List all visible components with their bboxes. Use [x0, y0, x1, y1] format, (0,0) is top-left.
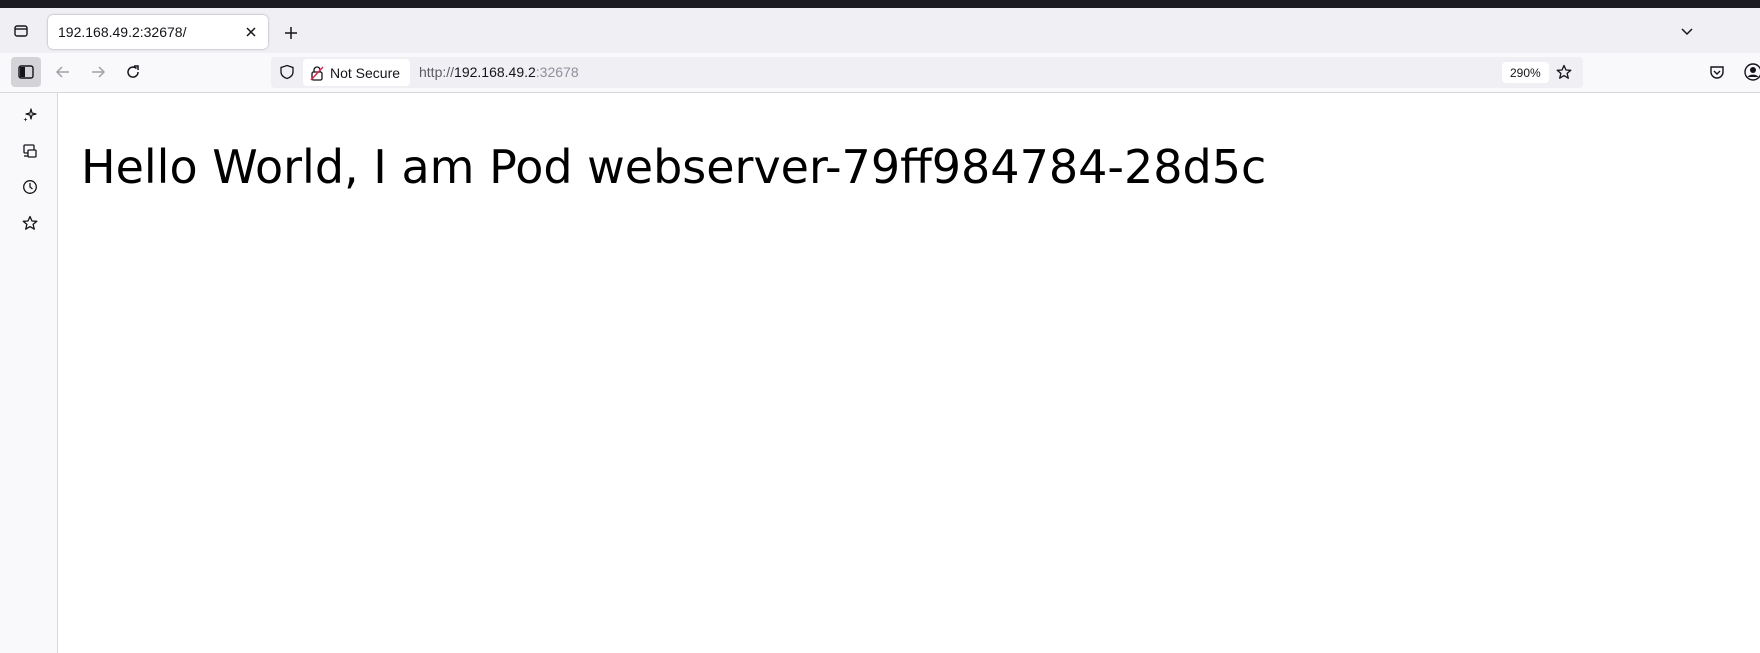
- ai-chatbot-icon[interactable]: [15, 100, 45, 130]
- page-content: Hello World, I am Pod webserver-79ff9847…: [58, 93, 1760, 653]
- new-tab-icon[interactable]: [278, 20, 304, 46]
- tab-list-icon[interactable]: [8, 18, 34, 44]
- address-bar[interactable]: Not Secure http://192.168.49.2:32678 290…: [271, 57, 1583, 88]
- os-title-bar: [0, 0, 1760, 8]
- navigation-toolbar: Not Secure http://192.168.49.2:32678 290…: [0, 53, 1760, 93]
- url-text[interactable]: http://192.168.49.2:32678: [419, 64, 579, 80]
- sidebar: [0, 93, 58, 653]
- bookmark-star-icon[interactable]: [1549, 57, 1579, 87]
- history-icon[interactable]: [15, 172, 45, 202]
- url-port: :32678: [535, 64, 579, 80]
- sidebar-toggle-icon[interactable]: [11, 57, 41, 87]
- tracking-protection-shield-icon[interactable]: [277, 62, 297, 82]
- synced-tabs-icon[interactable]: [15, 136, 45, 166]
- site-security-indicator[interactable]: Not Secure: [303, 59, 410, 86]
- not-secure-label: Not Secure: [330, 64, 401, 81]
- chevron-down-icon[interactable]: [1676, 20, 1698, 42]
- url-scheme: http://: [419, 64, 455, 80]
- tab-title: 192.168.49.2:32678/: [58, 24, 187, 40]
- tab-strip: 192.168.49.2:32678/: [0, 8, 1760, 53]
- account-icon[interactable]: [1738, 57, 1760, 87]
- bookmarks-icon[interactable]: [15, 208, 45, 238]
- reload-icon[interactable]: [118, 57, 148, 87]
- active-tab[interactable]: 192.168.49.2:32678/: [48, 15, 268, 49]
- zoom-level-badge[interactable]: 290%: [1502, 62, 1549, 83]
- forward-arrow-icon[interactable]: [83, 57, 113, 87]
- pocket-icon[interactable]: [1702, 57, 1732, 87]
- insecure-lock-icon: [309, 65, 325, 81]
- page-heading: Hello World, I am Pod webserver-79ff9847…: [81, 139, 1267, 194]
- back-arrow-icon[interactable]: [48, 57, 78, 87]
- url-host: 192.168.49.2: [454, 64, 536, 80]
- close-icon[interactable]: [242, 23, 260, 41]
